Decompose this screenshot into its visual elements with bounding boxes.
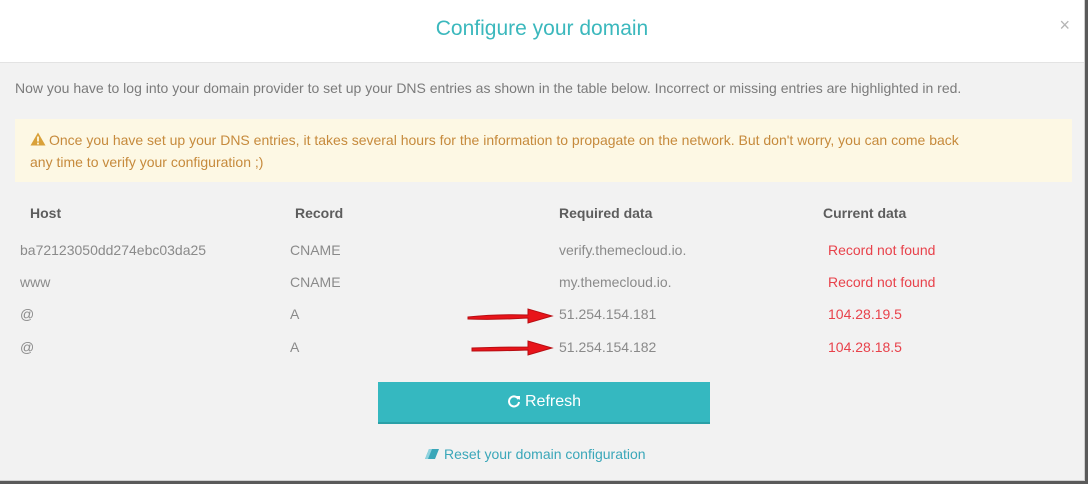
row-2-host: www (20, 274, 51, 290)
close-button[interactable]: × (1059, 16, 1070, 34)
row-2-required: my.themecloud.io. (559, 274, 672, 290)
row-3-host: @ (20, 306, 35, 322)
header-record: Record (295, 205, 344, 221)
eraser-icon (425, 449, 439, 459)
row-3-record: A (290, 306, 300, 322)
annotation-arrow-1 (467, 308, 554, 324)
row-2-record: CNAME (290, 274, 341, 290)
row-1-required: verify.themecloud.io. (559, 242, 687, 258)
row-4-required: 51.254.154.182 (559, 339, 657, 355)
warning-text-line2: any time to verify your configuration ;) (30, 154, 264, 170)
intro-text: Now you have to log into your domain pro… (15, 80, 962, 96)
header-current-data: Current data (823, 205, 907, 221)
row-4-record: A (290, 339, 300, 355)
row-1-record: CNAME (290, 242, 341, 258)
modal-title: Configure your domain (435, 17, 649, 40)
row-3-current: 104.28.19.5 (828, 306, 902, 322)
row-2-current: Record not found (828, 274, 936, 290)
row-1-host: ba72123050dd274ebc03da25 (20, 242, 207, 258)
refresh-icon (508, 395, 520, 408)
modal-header: Configure your domain × (0, 0, 1084, 63)
row-4-host: @ (20, 339, 35, 355)
header-required-data: Required data (559, 205, 653, 221)
configure-domain-modal: Configure your domain × Now you have to … (0, 0, 1085, 481)
warning-triangle-icon (30, 132, 46, 146)
row-3-required: 51.254.154.181 (559, 306, 657, 322)
warning-alert: Once you have set up your DNS entries, i… (15, 119, 1072, 182)
refresh-button[interactable]: Refresh (378, 382, 710, 424)
header-host: Host (30, 205, 62, 221)
annotation-arrow-2 (471, 340, 554, 356)
row-1-current: Record not found (828, 242, 936, 258)
reset-domain-configuration-link[interactable]: Reset your domain configuration (424, 446, 646, 462)
refresh-label: Refresh (524, 393, 582, 410)
warning-text-line1: Once you have set up your DNS entries, i… (49, 132, 959, 148)
reset-label: Reset your domain configuration (444, 446, 646, 462)
row-4-current: 104.28.18.5 (828, 339, 902, 355)
